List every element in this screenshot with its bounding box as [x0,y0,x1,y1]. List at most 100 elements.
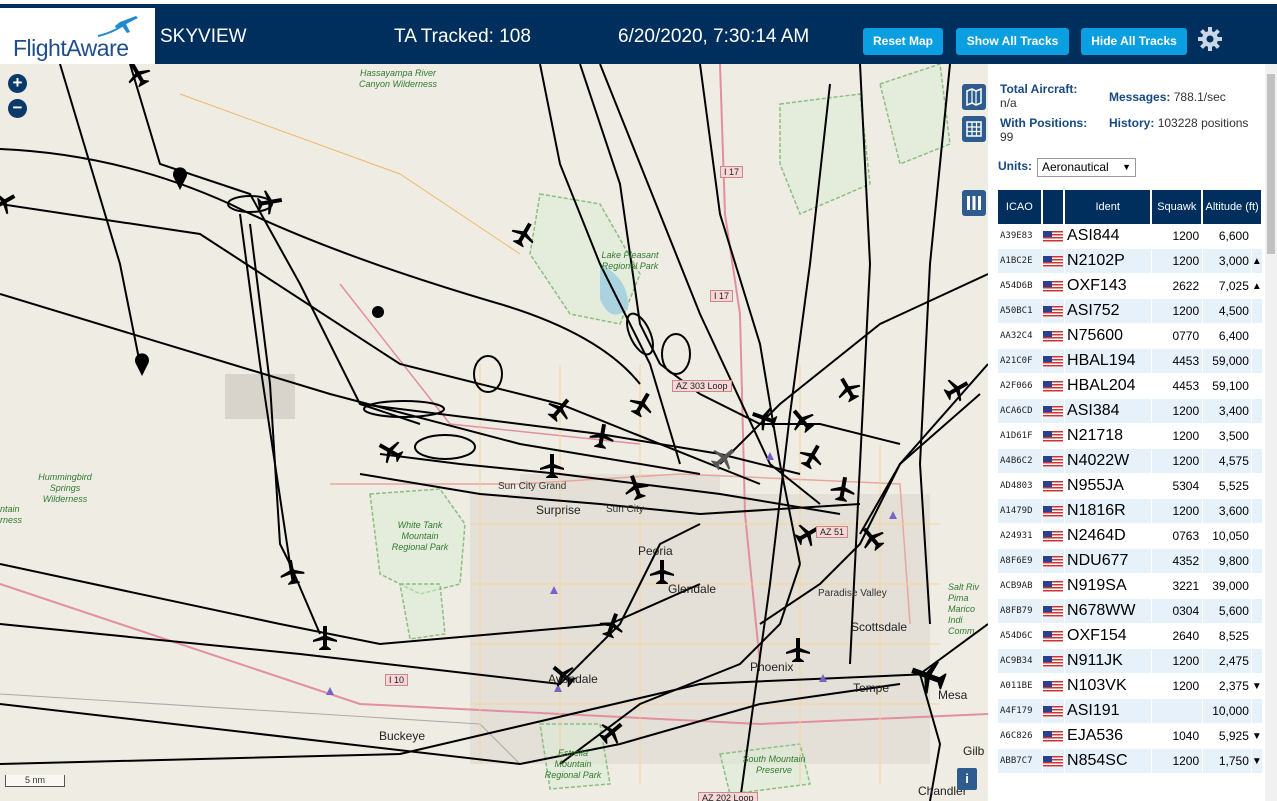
col-header-squawk[interactable]: Squawk [1152,190,1204,224]
settings-gear-icon[interactable] [1197,26,1223,52]
icao-cell: ACB9AB [998,574,1043,599]
col-header-icao[interactable]: ICAO [998,190,1043,224]
table-row[interactable]: A24931 N2464D 0763 10,050 [998,524,1263,549]
sidebar-scrollbar[interactable] [1265,64,1277,801]
us-flag-icon [1043,681,1064,693]
col-header-flag[interactable] [1042,190,1066,224]
altitude-cell: 7,025 [1203,274,1252,299]
us-flag-icon [1043,731,1064,743]
table-row[interactable]: A8F6E9 NDU677 4352 9,800 [998,549,1263,574]
map-view[interactable]: Hassayampa River Canyon Wilderness Lake … [0,64,988,801]
reset-map-button[interactable]: Reset Map [863,28,943,55]
columns-icon [967,196,981,210]
sidebar-panel: Total Aircraft: n/a Messages: 788.1/sec … [988,64,1277,801]
zoom-in-button[interactable]: + [8,74,27,93]
table-row[interactable]: AA32C4 N75600 0770 6,400 [998,324,1263,349]
table-header-row: ICAO Ident Squawk Altitude (ft) [998,190,1263,224]
grid-toggle-button[interactable] [962,116,986,142]
us-flag-icon [1043,381,1064,393]
label-gilbert: Gilb [963,744,985,758]
us-flag-icon [1043,331,1064,343]
label-scottsdale: Scottsdale [851,620,908,634]
table-row[interactable]: A54D6C OXF154 2640 8,525 [998,624,1263,649]
zoom-out-button[interactable]: − [8,99,27,118]
scrollbar-thumb[interactable] [1267,74,1275,254]
label-sun-city-grand: Sun City Grand [498,481,567,492]
trend-cell [1251,449,1263,474]
squawk-cell: 4453 [1152,349,1204,374]
label-paradise-valley: Paradise Valley [818,588,887,599]
flag-cell [1042,699,1066,724]
info-button[interactable]: i [957,768,977,790]
table-row[interactable]: A1D61F N21718 1200 3,500 [998,424,1263,449]
table-row[interactable]: A50BC1 ASI752 1200 4,500 [998,299,1263,324]
table-row[interactable]: A8FB79 N678WW 0304 5,600 [998,599,1263,624]
table-row[interactable]: ABB7C7 N854SC 1200 1,750 ▼ [998,749,1263,774]
altitude-cell: 2,375 [1203,674,1252,699]
table-row[interactable]: A54D6B OXF143 2622 7,025 ▲ [998,274,1263,299]
label-hummingbird: Hummingbird Springs Wilderness [38,472,92,504]
columns-toggle-button[interactable] [962,190,986,216]
table-row[interactable]: AD4803 N955JA 5304 5,525 [998,474,1263,499]
flag-cell [1042,424,1066,449]
aircraft-table: ICAO Ident Squawk Altitude (ft) A39E83 AS… [998,190,1263,774]
ident-cell: N955JA [1065,474,1153,499]
hide-all-tracks-button[interactable]: Hide All Tracks [1081,28,1187,55]
squawk-cell: 1200 [1152,249,1204,274]
table-row[interactable]: A21C0F HBAL194 4453 59,000 [998,349,1263,374]
table-row[interactable]: A2F066 HBAL204 4453 59,100 [998,374,1263,399]
squawk-cell: 5304 [1152,474,1204,499]
label-surprise: Surprise [536,503,581,517]
ident-cell: N678WW [1065,599,1153,624]
trend-cell [1251,424,1263,449]
table-row[interactable]: A4F179 ASI191 10,000 [998,699,1263,724]
icao-cell: A21C0F [998,349,1043,374]
scale-bar: 5 nm [5,775,65,787]
shield-i17-north: I 17 [720,166,744,178]
icao-cell: ABB7C7 [998,749,1043,774]
col-header-altitude[interactable]: Altitude (ft) [1203,190,1263,224]
ident-cell: N1816R [1065,499,1153,524]
shield-az202: AZ 202 Loop [698,792,758,801]
stat-with-positions: With Positions: 99 [1000,116,1110,144]
table-row[interactable]: A6C826 EJA536 1040 5,925 ▼ [998,724,1263,749]
squawk-cell: 1040 [1152,724,1204,749]
history-value: 103228 positions [1157,116,1249,130]
squawk-cell: 1200 [1152,749,1204,774]
altitude-cell: 3,000 [1203,249,1252,274]
positions-value: 99 [1000,130,1014,144]
table-row[interactable]: A1479D N1816R 1200 3,600 [998,499,1263,524]
squawk-cell: 4453 [1152,374,1204,399]
table-row[interactable]: A39E83 ASI844 1200 6,600 [998,224,1263,249]
table-row[interactable]: A4B6C2 N4022W 1200 4,575 [998,449,1263,474]
shield-az51: AZ 51 [816,526,849,538]
squawk-cell: 1200 [1152,399,1204,424]
trend-cell [1251,324,1263,349]
icao-cell: A1479D [998,499,1043,524]
ident-cell: N911JK [1065,649,1153,674]
app-title: SKYVIEW [160,26,247,47]
map-layers-button[interactable] [962,84,986,110]
ident-cell: N4022W [1065,449,1153,474]
altitude-cell: 39,000 [1203,574,1252,599]
flightaware-logo[interactable]: FlightAware [0,8,155,68]
icao-cell: A24931 [998,524,1043,549]
col-header-ident[interactable]: Ident [1065,190,1153,224]
table-row[interactable]: A1BC2E N2102P 1200 3,000 ▲ [998,249,1263,274]
stat-history: History: 103228 positions [1109,116,1269,130]
icao-cell: AA32C4 [998,324,1043,349]
show-all-tracks-button[interactable]: Show All Tracks [956,28,1069,55]
flag-cell [1042,499,1066,524]
table-row[interactable]: ACA6CD ASI384 1200 3,400 [998,399,1263,424]
altitude-cell: 3,600 [1203,499,1252,524]
table-row[interactable]: A011BE N103VK 1200 2,375 ▼ [998,674,1263,699]
label-sun-city: Sun City [606,504,644,515]
label-wilderness-edge: ntain rness [0,504,23,525]
label-south-mountain: South Mountain Preserve [742,754,806,775]
units-select[interactable]: Aeronautical ▼ [1037,158,1136,177]
flag-cell [1042,299,1066,324]
altitude-cell: 5,600 [1203,599,1252,624]
squawk-cell: 1200 [1152,424,1204,449]
table-row[interactable]: AC9B34 N911JK 1200 2,475 [998,649,1263,674]
table-row[interactable]: ACB9AB N919SA 3221 39,000 [998,574,1263,599]
